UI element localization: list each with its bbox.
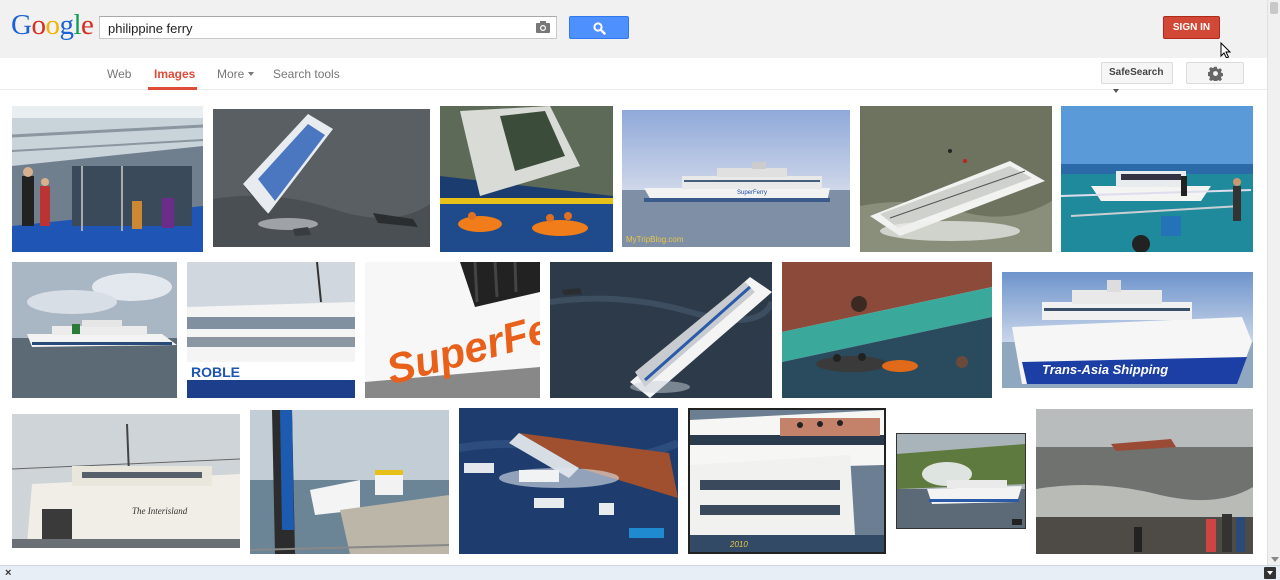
top-bar: Google SIGN IN: [0, 0, 1267, 59]
image-watermark: 2010: [730, 540, 748, 549]
image-result-selected[interactable]: 2010: [688, 408, 886, 554]
google-logo[interactable]: Google: [11, 8, 94, 42]
logo-letter: e: [81, 9, 94, 41]
image-result[interactable]: [213, 109, 430, 247]
tab-images[interactable]: Images: [154, 58, 195, 90]
image-result[interactable]: [440, 106, 613, 252]
settings-button[interactable]: [1186, 62, 1244, 84]
image-result[interactable]: [550, 262, 772, 398]
svg-text:The Interisland: The Interisland: [132, 506, 188, 516]
search-box[interactable]: [99, 16, 557, 39]
vertical-scrollbar[interactable]: [1267, 0, 1280, 565]
scroll-down-arrow-icon[interactable]: [1271, 557, 1279, 562]
image-result[interactable]: [12, 106, 203, 252]
tab-search-tools[interactable]: Search tools: [273, 58, 340, 90]
logo-letter: g: [59, 9, 74, 41]
gear-icon: [1208, 66, 1223, 81]
trans-asia-hull-text: Trans-Asia Shipping: [1042, 362, 1168, 377]
search-nav-bar: Web Images More Search tools: [0, 58, 1267, 90]
close-icon[interactable]: ×: [5, 566, 11, 580]
image-watermark: MyTripBlog.com: [626, 235, 684, 244]
image-result[interactable]: SuperFerry MyTripBlog.com: [622, 110, 850, 247]
image-result[interactable]: [860, 106, 1052, 252]
tab-web[interactable]: Web: [107, 58, 131, 90]
sign-in-button[interactable]: SIGN IN: [1163, 16, 1220, 39]
search-button[interactable]: [569, 16, 629, 39]
image-result[interactable]: [250, 410, 449, 554]
image-result[interactable]: [459, 408, 678, 554]
search-input[interactable]: [108, 19, 528, 37]
image-result[interactable]: [1061, 106, 1253, 252]
status-bar: ×: [0, 565, 1280, 580]
tab-more-label: More: [217, 67, 245, 81]
image-result[interactable]: [12, 262, 177, 398]
image-result[interactable]: The Interisland: [12, 414, 240, 548]
image-result[interactable]: ROBLE: [187, 262, 355, 398]
download-icon[interactable]: [1264, 567, 1276, 579]
mouse-cursor-icon: [1220, 42, 1231, 59]
logo-letter: G: [11, 9, 32, 41]
svg-text:SuperFerry: SuperFerry: [737, 190, 767, 196]
active-tab-indicator: [148, 87, 197, 90]
image-result[interactable]: [782, 262, 992, 398]
logo-letter: l: [73, 9, 82, 41]
chevron-down-icon: [1113, 89, 1119, 93]
safesearch-label: SafeSearch: [1109, 67, 1164, 78]
search-icon: [593, 22, 606, 35]
camera-icon[interactable]: [535, 20, 551, 34]
image-result[interactable]: SuperFerry: [365, 262, 540, 398]
image-result[interactable]: [1036, 409, 1253, 554]
image-result[interactable]: [896, 433, 1026, 529]
image-result[interactable]: Trans-Asia Shipping: [1002, 272, 1253, 388]
chevron-down-icon: [248, 72, 255, 76]
safesearch-dropdown[interactable]: SafeSearch: [1101, 62, 1173, 93]
logo-letter: o: [31, 9, 46, 41]
scrollbar-thumb[interactable]: [1270, 2, 1278, 14]
tab-more[interactable]: More: [217, 58, 255, 90]
svg-text:ROBLE: ROBLE: [191, 364, 240, 380]
logo-letter: o: [45, 9, 60, 41]
